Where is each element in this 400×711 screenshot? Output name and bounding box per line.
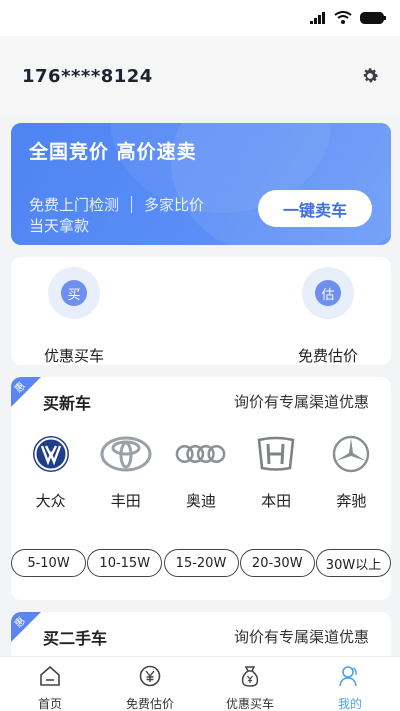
status-icons (310, 11, 386, 24)
brand-audi[interactable]: 奥迪 (165, 432, 237, 511)
user-phone: 176****8124 (22, 66, 153, 87)
feature-payment: 当天拿款 (29, 217, 90, 235)
honda-logo-icon (250, 432, 302, 476)
brand-list: 大众 丰田 奥迪 本田 奔驰 (11, 432, 391, 511)
sell-car-banner: 全国竞价 高价速卖 免费上门检测 多家比价 当天拿款 一键卖车 (11, 123, 391, 245)
used-car-title: 买二手车 (43, 629, 108, 648)
new-car-title: 买新车 (43, 394, 92, 413)
quick-actions: 买 优惠买车 估 免费估价 (11, 257, 391, 365)
profile-header: 176****8124 (0, 36, 400, 116)
user-icon (339, 666, 357, 687)
tab-discount-buy[interactable]: 优惠买车 (200, 657, 300, 711)
feature-inspection: 免费上门检测 (29, 196, 120, 214)
tab-free-valuation[interactable]: 免费估价 (100, 657, 200, 711)
new-car-section: 惠 买新车 询价有专属渠道优惠 大众 丰田 奥迪 本田 奔驰 5-10W 10-… (11, 377, 391, 600)
brand-honda[interactable]: 本田 (240, 432, 312, 511)
new-car-note[interactable]: 询价有专属渠道优惠 (234, 391, 369, 412)
valuation-icon: 估 (302, 267, 354, 319)
quick-valuation-label: 免费估价 (297, 347, 358, 365)
banner-title: 全国竞价 高价速卖 (29, 141, 197, 163)
money-bag-icon (241, 666, 259, 687)
bottom-tab-bar: 首页 免费估价 优惠买车 我的 (0, 656, 400, 711)
tab-home[interactable]: 首页 (0, 657, 100, 711)
price-range-chip[interactable]: 15-20W (163, 549, 239, 577)
price-range-chip[interactable]: 30W以上 (316, 549, 391, 577)
price-range-chip[interactable]: 20-30W (239, 549, 315, 577)
wifi-icon (334, 11, 352, 24)
sell-car-button[interactable]: 一键卖车 (258, 190, 372, 227)
signal-icon (310, 11, 325, 24)
price-range-list: 5-10W 10-15W 15-20W 20-30W 30W以上 (11, 549, 391, 577)
banner-features: 免费上门检测 多家比价 (29, 194, 204, 215)
buy-car-icon: 买 (48, 267, 100, 319)
mercedes-logo-icon (325, 432, 377, 476)
divider (131, 196, 133, 213)
audi-logo-icon (175, 432, 227, 476)
used-car-note[interactable]: 询价有专属渠道优惠 (234, 626, 369, 647)
tab-mine[interactable]: 我的 (300, 657, 400, 711)
quick-buy-car[interactable]: 买 优惠买车 (19, 267, 129, 366)
brand-volkswagen[interactable]: 大众 (15, 432, 87, 511)
battery-icon (360, 11, 386, 24)
quick-buy-car-label: 优惠买车 (43, 347, 104, 365)
gear-icon[interactable] (360, 66, 380, 86)
feature-compare: 多家比价 (144, 196, 205, 214)
brand-toyota[interactable]: 丰田 (90, 432, 162, 511)
toyota-logo-icon (100, 432, 152, 476)
home-icon (40, 665, 60, 686)
price-range-chip[interactable]: 10-15W (87, 549, 163, 577)
volkswagen-logo-icon (25, 432, 77, 476)
brand-mercedes[interactable]: 奔驰 (315, 432, 387, 511)
yen-icon (139, 665, 161, 687)
price-range-chip[interactable]: 5-10W (11, 549, 86, 577)
quick-valuation[interactable]: 估 免费估价 (273, 267, 383, 366)
status-bar (0, 0, 400, 36)
